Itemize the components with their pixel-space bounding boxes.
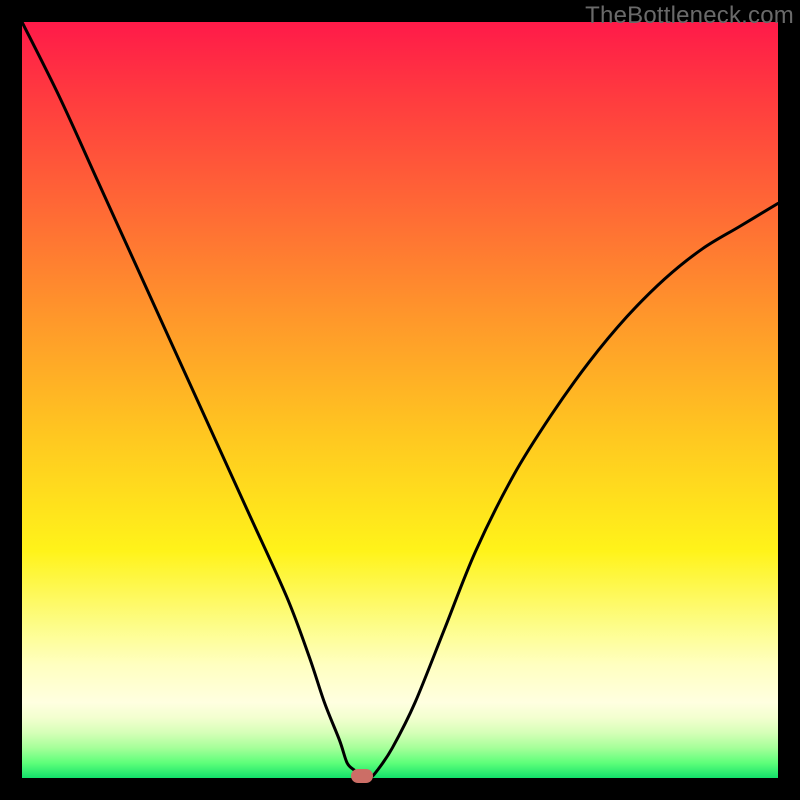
chart-plot-area bbox=[22, 22, 778, 778]
curve-path bbox=[22, 22, 778, 778]
minimum-marker bbox=[351, 769, 373, 783]
bottleneck-curve bbox=[22, 22, 778, 778]
watermark-text: TheBottleneck.com bbox=[585, 2, 794, 30]
